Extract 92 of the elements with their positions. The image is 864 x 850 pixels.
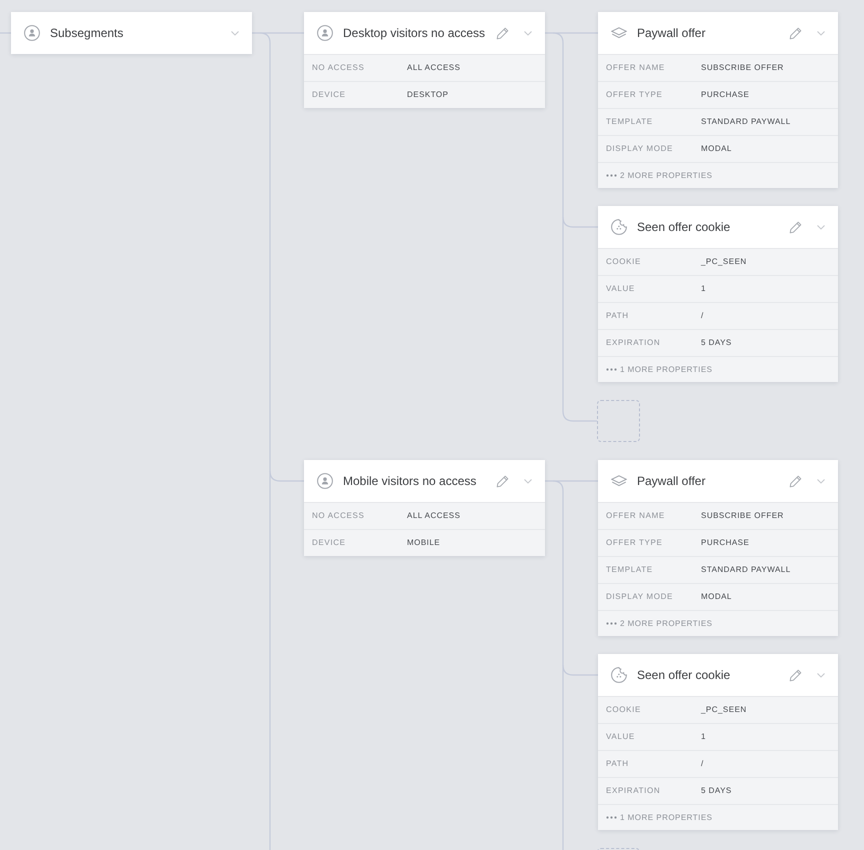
property-value: SUBSCRIBE OFFER [701, 62, 784, 74]
edit-button[interactable] [789, 474, 802, 488]
property-value: / [701, 310, 704, 322]
node-card[interactable]: Paywall offer OFFER NAME SUBSCRIBE OFFER OFFER TYPE PURCHASE TEMPLATE STANDARD PAYWALL DISPLAY MODE MODAL 2 MORE PROPERTIES [598, 460, 838, 636]
dots-icon [606, 368, 617, 371]
property-value: _PC_SEEN [701, 256, 747, 268]
property-value: 1 [701, 283, 706, 295]
edit-button[interactable] [496, 26, 509, 40]
pencil-icon [496, 26, 509, 40]
edit-button[interactable] [789, 220, 802, 234]
property-label: VALUE [606, 283, 636, 295]
layers-icon [611, 27, 627, 39]
property-value: STANDARD PAYWALL [701, 564, 791, 576]
property-label: EXPIRATION [606, 337, 662, 349]
node-card[interactable]: Mobile visitors no access NO ACCESS ALL ACCESS DEVICE MOBILE [304, 460, 545, 556]
node-title: Subsegments [50, 26, 124, 40]
property-label: TEMPLATE [606, 116, 654, 128]
property-value: ALL ACCESS [407, 62, 460, 74]
expand-button[interactable] [524, 30, 532, 36]
expand-button[interactable] [817, 478, 825, 484]
pencil-icon [789, 474, 802, 488]
property-value: ALL ACCESS [407, 510, 460, 522]
property-value: _PC_SEEN [701, 704, 747, 716]
layers-icon [611, 475, 627, 487]
chevron-down-icon [231, 30, 239, 36]
chevron-down-icon [524, 478, 532, 484]
property-label: PATH [606, 310, 630, 322]
node-card[interactable]: Desktop visitors no access NO ACCESS ALL ACCESS DEVICE DESKTOP [304, 12, 545, 108]
property-value: 1 [701, 731, 706, 743]
property-label: OFFER NAME [606, 510, 666, 522]
property-value: 5 DAYS [701, 337, 732, 349]
property-value: MOBILE [407, 537, 440, 549]
person-circle-icon [24, 25, 40, 41]
property-label: NO ACCESS [312, 510, 366, 522]
chevron-down-icon [817, 672, 825, 678]
node-title: Seen offer cookie [637, 668, 732, 682]
pencil-icon [496, 474, 509, 488]
chevron-down-icon [817, 30, 825, 36]
property-value: / [701, 758, 704, 770]
property-label: COOKIE [606, 704, 642, 716]
dots-icon [606, 816, 617, 819]
dots-icon [606, 174, 617, 177]
cookie-icon [611, 667, 627, 683]
property-value: DESKTOP [407, 89, 448, 101]
node-card[interactable]: Subsegments [11, 12, 252, 54]
property-value: PURCHASE [701, 537, 750, 549]
property-value: 5 DAYS [701, 785, 732, 797]
dots-icon [606, 622, 617, 625]
chevron-down-icon [817, 224, 825, 230]
property-label: DEVICE [312, 89, 347, 101]
property-label: OFFER TYPE [606, 89, 664, 101]
property-label: DEVICE [312, 537, 347, 549]
node-title: Seen offer cookie [637, 220, 732, 234]
node-card[interactable]: Seen offer cookie COOKIE _PC_SEEN VALUE 1 PATH / EXPIRATION 5 DAYS 1 MORE PROPERTIES [598, 206, 838, 382]
property-value: SUBSCRIBE OFFER [701, 510, 784, 522]
node-card[interactable]: Seen offer cookie COOKIE _PC_SEEN VALUE 1 PATH / EXPIRATION 5 DAYS 1 MORE PROPERTIES [598, 654, 838, 830]
chevron-down-icon [817, 478, 825, 484]
property-label: DISPLAY MODE [606, 143, 674, 155]
expand-button[interactable] [817, 672, 825, 678]
property-label: NO ACCESS [312, 62, 366, 74]
pencil-icon [789, 26, 802, 40]
node-title: Paywall offer [637, 474, 706, 488]
pencil-icon [789, 668, 802, 682]
expand-button[interactable] [817, 30, 825, 36]
property-value: STANDARD PAYWALL [701, 116, 791, 128]
property-label: EXPIRATION [606, 785, 662, 797]
expand-button[interactable] [817, 224, 825, 230]
person-circle-icon [317, 25, 333, 41]
edit-button[interactable] [789, 26, 802, 40]
property-label: COOKIE [606, 256, 642, 268]
pencil-icon [789, 220, 802, 234]
property-value: MODAL [701, 143, 732, 155]
property-value: PURCHASE [701, 89, 750, 101]
node-title: Desktop visitors no access [343, 26, 486, 40]
empty-slot[interactable] [597, 400, 640, 442]
property-label: OFFER NAME [606, 62, 666, 74]
property-label: VALUE [606, 731, 636, 743]
node-card[interactable]: Paywall offer OFFER NAME SUBSCRIBE OFFER OFFER TYPE PURCHASE TEMPLATE STANDARD PAYWALL DISPLAY MODE MODAL 2 MORE PROPERTIES [598, 12, 838, 188]
property-value: MODAL [701, 591, 732, 603]
node-title: Paywall offer [637, 26, 706, 40]
property-label: OFFER TYPE [606, 537, 664, 549]
expand-button[interactable] [231, 30, 239, 36]
property-label: TEMPLATE [606, 564, 654, 576]
node-title: Mobile visitors no access [343, 474, 478, 488]
edit-button[interactable] [789, 668, 802, 682]
property-label: DISPLAY MODE [606, 591, 674, 603]
property-label: PATH [606, 758, 630, 770]
expand-button[interactable] [524, 478, 532, 484]
cookie-icon [611, 219, 627, 235]
chevron-down-icon [524, 30, 532, 36]
edit-button[interactable] [496, 474, 509, 488]
person-circle-icon [317, 473, 333, 489]
